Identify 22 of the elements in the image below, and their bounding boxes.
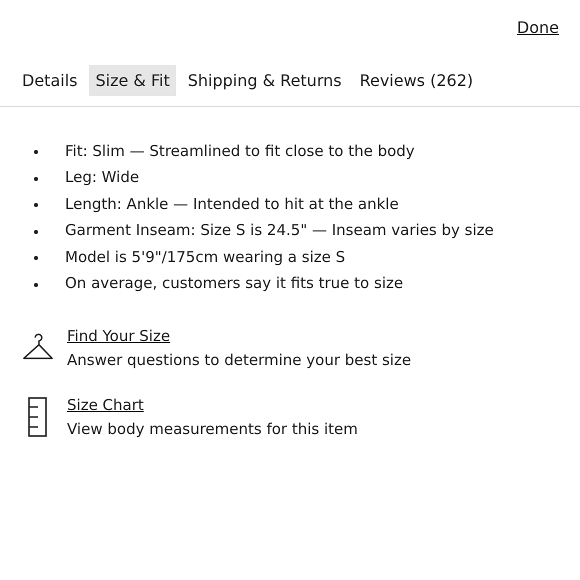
bullet-icon — [34, 282, 38, 287]
bullet-icon — [34, 150, 38, 154]
ruler-icon — [28, 396, 48, 436]
fit-note: Leg: Wide — [65, 168, 140, 186]
bullet-icon — [34, 256, 38, 260]
tab[interactable]: Details — [16, 65, 84, 96]
tool-link[interactable]: Find Your Size — [67, 327, 170, 345]
tab[interactable]: Shipping & Returns — [182, 65, 348, 96]
fit-note: Length: Ankle — Intended to hit at the ankle — [65, 194, 399, 213]
bullet-icon — [34, 176, 38, 181]
tool-description: View body measurements for this item — [67, 420, 358, 438]
done-link[interactable]: Done — [516, 18, 559, 48]
tab[interactable]: Reviews (262) — [354, 65, 480, 96]
fit-note: On average, customers say it fits true to size — [65, 274, 404, 292]
tool-link[interactable]: Size Chart — [67, 396, 144, 414]
fit-note: Fit: Slim — Streamlined to fit close to the body — [65, 142, 415, 160]
tab[interactable]: Size & Fit — [89, 65, 176, 96]
bullet-icon — [34, 203, 38, 208]
fit-note: Model is 5'9"/175cm wearing a size S — [65, 248, 346, 266]
bullet-icon — [34, 230, 38, 234]
tool-description: Answer questions to determine your best size — [67, 351, 412, 369]
fit-note: Garment Inseam: Size S is 24.5" — Inseam varies by size — [65, 221, 494, 240]
